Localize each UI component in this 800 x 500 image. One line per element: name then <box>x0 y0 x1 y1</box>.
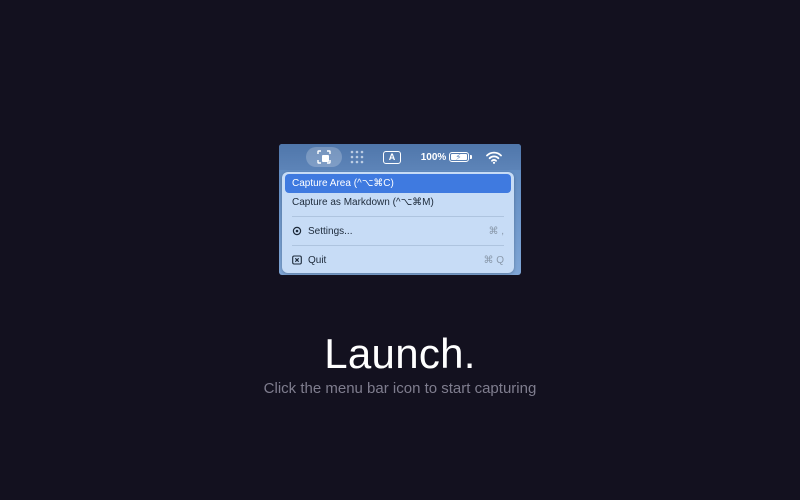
menu-item-label: Capture Area (^⌥⌘C) <box>292 178 394 189</box>
close-box-icon <box>292 255 302 265</box>
menu-item-capture-markdown[interactable]: Capture as Markdown (^⌥⌘M) <box>285 193 511 212</box>
menu-item-capture-area[interactable]: Capture Area (^⌥⌘C) <box>285 174 511 193</box>
menu-bar: A 100% ⚡ <box>279 144 521 170</box>
menu-item-quit[interactable]: Quit ⌘ Q <box>285 250 511 270</box>
menu-item-shortcut: ⌘ Q <box>483 254 504 266</box>
grid-icon <box>350 150 364 164</box>
battery-charging-icon: ⚡ <box>449 152 473 162</box>
page-title: Launch. <box>324 330 476 377</box>
wifi-menu-extra[interactable] <box>485 144 503 170</box>
menu-item-shortcut: ⌘ , <box>488 225 504 237</box>
menu-separator <box>292 245 504 246</box>
wifi-icon <box>486 151 502 164</box>
menu-item-label: Settings... <box>308 225 353 237</box>
grid-menu-extra[interactable] <box>349 144 365 170</box>
gear-icon <box>292 226 302 236</box>
menu-item-label: Quit <box>308 254 327 266</box>
capture-menu-extra[interactable] <box>306 147 342 167</box>
capture-dropdown-menu: Capture Area (^⌥⌘C) Capture as Markdown … <box>282 172 514 273</box>
menu-separator <box>292 216 504 217</box>
input-source-icon: A <box>383 150 401 164</box>
battery-menu-extra[interactable]: 100% ⚡ <box>417 144 473 170</box>
input-source-menu-extra[interactable]: A <box>382 144 402 170</box>
menu-item-settings[interactable]: Settings... ⌘ , <box>285 221 511 241</box>
menu-item-label: Capture as Markdown (^⌥⌘M) <box>292 197 434 208</box>
menu-screenshot: A 100% ⚡ Capture Area (^⌥⌘C) Capture as … <box>279 144 521 275</box>
launch-screen: A 100% ⚡ Capture Area (^⌥⌘C) Capture as … <box>0 0 800 500</box>
battery-percent: 100% <box>420 151 447 163</box>
capture-icon <box>317 150 331 164</box>
page-subtitle: Click the menu bar icon to start capturi… <box>263 380 537 397</box>
